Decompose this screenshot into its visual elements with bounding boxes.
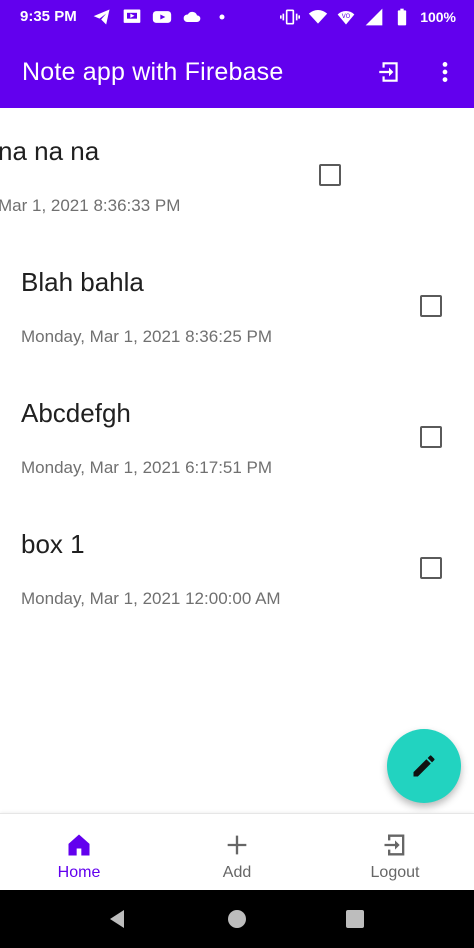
- volte-icon: VO: [336, 7, 356, 27]
- battery-percent: 100%: [420, 9, 456, 25]
- note-checkbox[interactable]: [420, 557, 442, 579]
- list-item[interactable]: Abcdefgh Monday, Mar 1, 2021 6:17:51 PM: [0, 370, 474, 501]
- svg-text:VO: VO: [342, 14, 351, 20]
- nav-label: Home: [57, 864, 101, 881]
- cloud-icon: [182, 7, 202, 27]
- dot-icon: [212, 7, 232, 27]
- list-item[interactable]: Blah bahla Monday, Mar 1, 2021 8:36:25 P…: [0, 239, 474, 370]
- note-checkbox[interactable]: [420, 295, 442, 317]
- telegram-icon: [92, 7, 112, 27]
- nav-logout[interactable]: Logout: [316, 814, 474, 891]
- edit-pencil-icon: [413, 755, 435, 777]
- note-title: Abcdefgh: [21, 398, 131, 428]
- list-item[interactable]: box 1 Monday, Mar 1, 2021 12:00:00 AM: [0, 501, 474, 632]
- note-date: Monday, Mar 1, 2021 8:36:25 PM: [21, 327, 273, 346]
- bottom-navigation: Home Add Logout: [0, 813, 474, 890]
- nav-add[interactable]: Add: [158, 814, 316, 891]
- app-bar: Note app with Firebase: [0, 35, 474, 108]
- more-vert-icon: [442, 62, 448, 82]
- vibrate-icon: [280, 7, 301, 27]
- note-title: na na na: [0, 136, 100, 166]
- youtube-icon: [152, 7, 172, 27]
- home-icon: [63, 829, 95, 861]
- note-date: Monday, Mar 1, 2021 6:17:51 PM: [21, 458, 273, 477]
- nav-label: Add: [222, 864, 252, 881]
- status-left-icons: [92, 7, 232, 27]
- back-button[interactable]: [105, 906, 131, 932]
- home-button[interactable]: [224, 906, 250, 932]
- note-title: Blah bahla: [21, 267, 144, 297]
- note-checkbox[interactable]: [420, 426, 442, 448]
- note-date: Mar 1, 2021 8:36:33 PM: [0, 196, 181, 215]
- app-title: Note app with Firebase: [22, 58, 284, 86]
- status-right-icons: VO 100%: [280, 7, 456, 27]
- screen-icon: [122, 7, 142, 27]
- note-checkbox[interactable]: [319, 164, 341, 186]
- status-bar: 9:35 PM VO 100%: [0, 0, 474, 35]
- note-list[interactable]: na na na Mar 1, 2021 8:36:33 PM Blah bah…: [0, 108, 474, 813]
- nav-label: Logout: [370, 864, 420, 881]
- status-time: 9:35 PM: [20, 8, 77, 25]
- nav-home[interactable]: Home: [0, 814, 158, 891]
- home-circle-icon: [228, 910, 246, 928]
- note-title: box 1: [21, 529, 85, 559]
- appbar-logout-button[interactable]: [372, 55, 406, 89]
- wifi-icon: [308, 7, 328, 27]
- edit-fab-button[interactable]: [387, 729, 461, 803]
- list-item[interactable]: na na na Mar 1, 2021 8:36:33 PM: [0, 108, 474, 239]
- logout-icon: [379, 62, 398, 82]
- logout-icon: [379, 829, 411, 861]
- recents-button[interactable]: [342, 906, 368, 932]
- add-icon: [221, 829, 253, 861]
- note-date: Monday, Mar 1, 2021 12:00:00 AM: [21, 589, 281, 608]
- recents-icon: [346, 910, 364, 928]
- signal-icon: [364, 7, 384, 27]
- system-navigation-bar: [0, 890, 474, 948]
- battery-icon: [392, 7, 412, 27]
- more-options-button[interactable]: [428, 55, 462, 89]
- back-icon: [110, 910, 124, 928]
